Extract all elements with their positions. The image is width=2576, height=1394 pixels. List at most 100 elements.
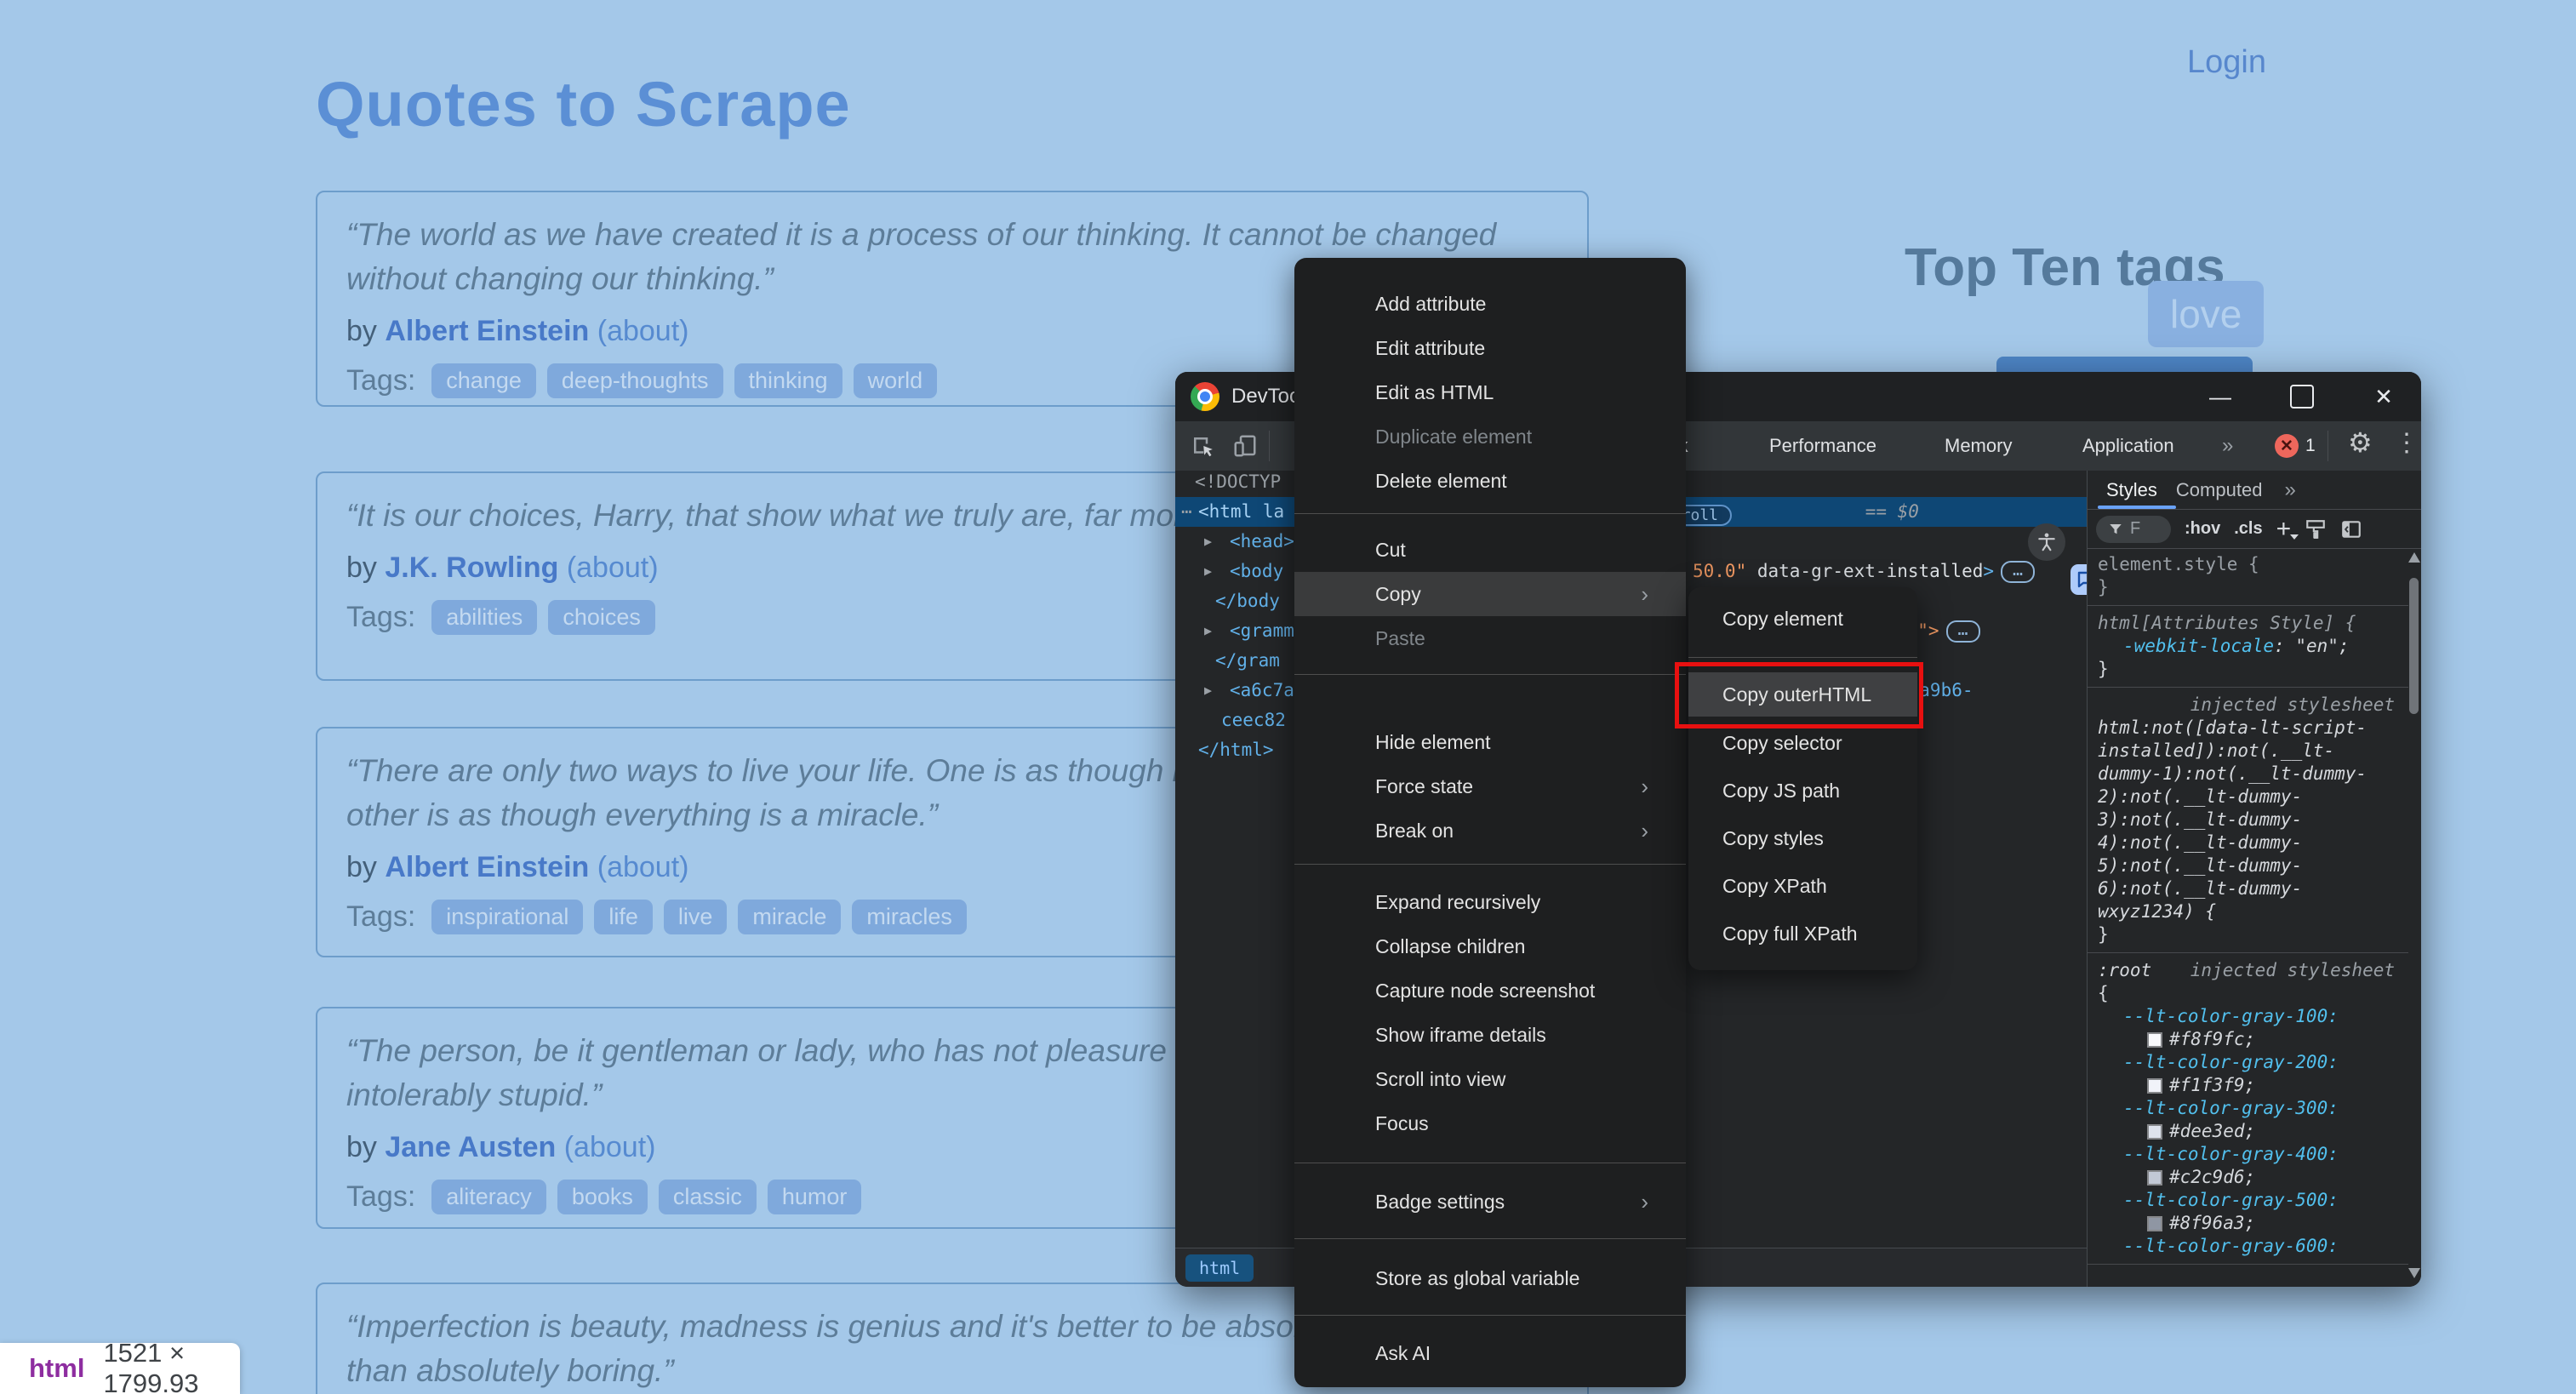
more-attributes-badge[interactable]: … bbox=[1946, 620, 1980, 643]
menu-item-copy-element[interactable]: Copy element bbox=[1688, 597, 1917, 641]
menu-item-duplicate-element[interactable]: Duplicate element bbox=[1294, 414, 1686, 459]
menu-item-cut[interactable]: Cut bbox=[1294, 528, 1686, 572]
scroll-down-arrow[interactable] bbox=[2408, 1268, 2420, 1278]
tab-styles[interactable]: Styles bbox=[2106, 479, 2157, 501]
tag-link[interactable]: classic bbox=[659, 1180, 757, 1214]
tag-link[interactable]: books bbox=[557, 1180, 648, 1214]
scroll-up-arrow[interactable] bbox=[2408, 552, 2420, 563]
menu-item-store-as-global-variable[interactable]: Store as global variable bbox=[1294, 1256, 1686, 1300]
menu-item-scroll-into-view[interactable]: Scroll into view bbox=[1294, 1057, 1686, 1101]
sidebar-scrollbar[interactable] bbox=[2407, 547, 2421, 1287]
styles-filter-input[interactable]: F bbox=[2096, 516, 2171, 543]
menu-item-ask-ai[interactable]: Ask AI bbox=[1294, 1331, 1686, 1375]
tag-link[interactable]: abilities bbox=[431, 600, 537, 635]
menu-item-copy-outerhtml[interactable]: Copy outerHTML bbox=[1688, 672, 1917, 717]
rule-injected-stylesheet-1[interactable]: injected stylesheet html:not([data-lt-sc… bbox=[2088, 688, 2408, 953]
css-property-name[interactable]: -webkit-locale bbox=[2123, 636, 2274, 656]
expand-arrow-icon[interactable]: ▶ bbox=[1204, 676, 1212, 706]
menu-item-copy-styles[interactable]: Copy styles bbox=[1688, 816, 1917, 860]
menu-item-badge-settings[interactable]: Badge settings› bbox=[1294, 1180, 1686, 1224]
color-swatch[interactable] bbox=[2147, 1032, 2162, 1048]
minimize-button[interactable]: — bbox=[2203, 384, 2237, 410]
css-color-value[interactable]: #dee3ed; bbox=[2169, 1120, 2255, 1143]
new-style-rule-button[interactable]: + bbox=[2276, 521, 2292, 538]
css-custom-property[interactable]: --lt-color-gray-100: bbox=[2123, 1006, 2339, 1026]
tag-link[interactable]: inspirational bbox=[431, 900, 583, 934]
device-toolbar-icon[interactable] bbox=[1230, 431, 1260, 461]
panel-layout-icon[interactable] bbox=[2340, 518, 2362, 540]
color-swatch[interactable] bbox=[2147, 1078, 2162, 1094]
about-link[interactable]: (about) bbox=[597, 315, 689, 347]
tag-link[interactable]: choices bbox=[548, 600, 655, 635]
expand-arrow-icon[interactable]: ▶ bbox=[1204, 527, 1212, 557]
menu-item-copy-xpath[interactable]: Copy XPath bbox=[1688, 864, 1917, 908]
expand-arrow-icon[interactable]: ▶ bbox=[1204, 557, 1212, 586]
menu-item-force-state[interactable]: Force state› bbox=[1294, 764, 1686, 808]
more-tabs-icon[interactable]: » bbox=[2222, 434, 2233, 458]
css-custom-property[interactable]: --lt-color-gray-500: bbox=[2123, 1190, 2339, 1210]
tag-link-love[interactable]: love bbox=[2148, 281, 2264, 347]
css-custom-property[interactable]: --lt-color-gray-200: bbox=[2123, 1052, 2339, 1072]
tag-link[interactable]: aliteracy bbox=[431, 1180, 546, 1214]
menu-item-capture-node-screenshot[interactable]: Capture node screenshot bbox=[1294, 968, 1686, 1013]
tab-memory[interactable]: Memory bbox=[1945, 435, 2012, 457]
login-link[interactable]: Login bbox=[2187, 44, 2266, 81]
kebab-menu-icon[interactable]: ⋮ bbox=[2394, 428, 2419, 458]
menu-item-expand-recursively[interactable]: Expand recursively bbox=[1294, 880, 1686, 924]
error-badge[interactable]: ✕ 1 bbox=[2275, 434, 2316, 458]
menu-item-paste[interactable]: Paste bbox=[1294, 616, 1686, 660]
tag-link[interactable]: miracle bbox=[738, 900, 841, 934]
menu-item-focus[interactable]: Focus bbox=[1294, 1101, 1686, 1145]
rule-element-style[interactable]: element.style { } bbox=[2088, 547, 2408, 606]
sidebar-more-tabs-icon[interactable]: » bbox=[2284, 478, 2295, 502]
css-property-value[interactable]: "en"; bbox=[2295, 636, 2349, 656]
menu-item-hide-element[interactable]: Hide element bbox=[1294, 720, 1686, 764]
css-custom-property[interactable]: --lt-color-gray-600: bbox=[2123, 1236, 2339, 1256]
rule-injected-stylesheet-2[interactable]: :rootinjected stylesheet { --lt-color-gr… bbox=[2088, 953, 2408, 1265]
menu-item-delete-element[interactable]: Delete element bbox=[1294, 459, 1686, 503]
close-button[interactable]: ✕ bbox=[2367, 384, 2401, 410]
css-color-value[interactable]: #f1f3f9; bbox=[2169, 1074, 2255, 1097]
tab-computed[interactable]: Computed bbox=[2176, 479, 2263, 501]
inspect-element-icon[interactable] bbox=[1187, 431, 1218, 461]
tab-performance[interactable]: Performance bbox=[1769, 435, 1876, 457]
scrollbar-thumb[interactable] bbox=[2409, 578, 2419, 714]
breadcrumb-html[interactable]: html bbox=[1185, 1254, 1254, 1282]
color-swatch[interactable] bbox=[2147, 1124, 2162, 1140]
css-color-value[interactable]: #f8f9fc; bbox=[2169, 1028, 2255, 1051]
css-custom-property[interactable]: --lt-color-gray-400: bbox=[2123, 1144, 2339, 1164]
menu-item-copy-js-path[interactable]: Copy JS path bbox=[1688, 768, 1917, 813]
tag-link[interactable]: miracles bbox=[852, 900, 967, 934]
about-link[interactable]: (about) bbox=[567, 551, 659, 584]
rendering-brush-icon[interactable] bbox=[2305, 518, 2327, 540]
menu-item-edit-attribute[interactable]: Edit attribute bbox=[1294, 326, 1686, 370]
about-link[interactable]: (about) bbox=[597, 851, 689, 883]
menu-item-copy[interactable]: Copy› bbox=[1294, 572, 1686, 616]
toggle-classes[interactable]: .cls bbox=[2234, 519, 2262, 539]
tag-link[interactable]: deep-thoughts bbox=[547, 363, 723, 398]
settings-gear-icon[interactable]: ⚙ bbox=[2348, 426, 2373, 459]
toggle-hover-state[interactable]: :hov bbox=[2185, 519, 2220, 539]
tag-link[interactable]: thinking bbox=[734, 363, 842, 398]
menu-item-show-iframe-details[interactable]: Show iframe details bbox=[1294, 1013, 1686, 1057]
menu-item-add-attribute[interactable]: Add attribute bbox=[1294, 282, 1686, 326]
maximize-button[interactable] bbox=[2290, 385, 2314, 408]
tag-link[interactable]: world bbox=[854, 363, 938, 398]
color-swatch[interactable] bbox=[2147, 1170, 2162, 1185]
menu-item-copy-selector[interactable]: Copy selector bbox=[1688, 721, 1917, 765]
menu-item-edit-as-html[interactable]: Edit as HTML bbox=[1294, 370, 1686, 414]
tag-link[interactable]: life bbox=[594, 900, 653, 934]
tag-link[interactable]: live bbox=[664, 900, 728, 934]
rule-attributes-style[interactable]: html[Attributes Style] { -webkit-locale:… bbox=[2088, 606, 2408, 688]
color-swatch[interactable] bbox=[2147, 1216, 2162, 1231]
about-link[interactable]: (about) bbox=[564, 1131, 656, 1163]
tag-link[interactable]: change bbox=[431, 363, 536, 398]
css-custom-property[interactable]: --lt-color-gray-300: bbox=[2123, 1098, 2339, 1118]
expand-arrow-icon[interactable]: ▶ bbox=[1204, 616, 1212, 646]
menu-item-collapse-children[interactable]: Collapse children bbox=[1294, 924, 1686, 968]
more-attributes-badge[interactable]: … bbox=[2001, 561, 2035, 583]
tab-application[interactable]: Application bbox=[2082, 435, 2174, 457]
tag-link[interactable]: humor bbox=[768, 1180, 862, 1214]
css-color-value[interactable]: #c2c9d6; bbox=[2169, 1166, 2255, 1189]
menu-item-copy-full-xpath[interactable]: Copy full XPath bbox=[1688, 911, 1917, 956]
